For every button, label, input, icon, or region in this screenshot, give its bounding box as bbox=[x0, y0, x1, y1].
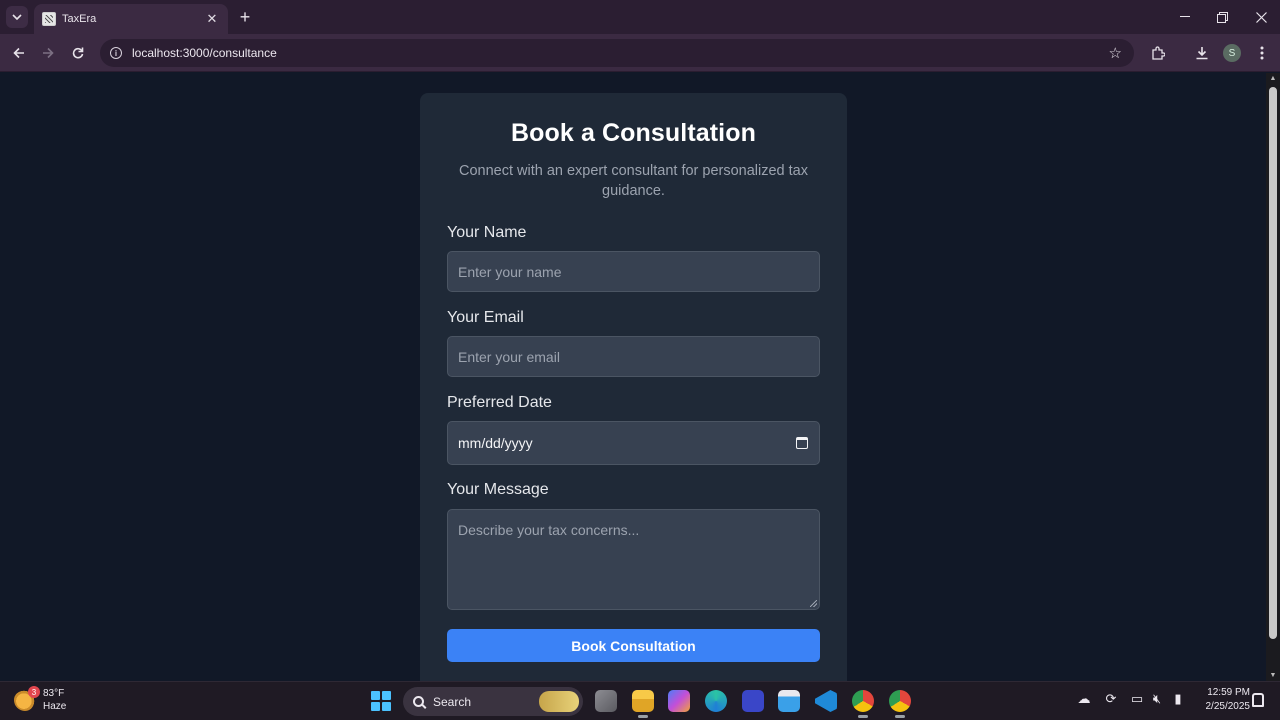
profile-button[interactable]: S bbox=[1221, 42, 1243, 64]
notification-bell-icon[interactable] bbox=[1252, 693, 1264, 707]
weather-badge: 3 bbox=[28, 686, 40, 698]
onedrive-icon[interactable]: ☁ bbox=[1075, 691, 1093, 707]
reload-button[interactable] bbox=[67, 42, 89, 64]
browser-tab-bar: TaxEra ✕ + bbox=[0, 0, 1280, 34]
date-value: mm/dd/yyyy bbox=[458, 435, 533, 451]
name-input[interactable]: Enter your name bbox=[447, 251, 820, 292]
restore-button[interactable] bbox=[1203, 0, 1241, 34]
page-scrollbar[interactable]: ▲ ▼ bbox=[1266, 73, 1280, 681]
address-bar[interactable]: i localhost:3000/consultance ☆ bbox=[100, 39, 1134, 67]
weather-temperature: 83°F bbox=[43, 688, 65, 699]
tab-title: TaxEra bbox=[62, 13, 97, 25]
download-icon bbox=[1196, 47, 1208, 60]
chrome-icon[interactable] bbox=[852, 690, 874, 718]
windows-logo-pane bbox=[382, 691, 391, 700]
windows-logo-pane bbox=[371, 702, 380, 711]
visual-studio-icon[interactable] bbox=[742, 690, 764, 712]
page-subtitle: Connect with an expert consultant for pe… bbox=[458, 163, 808, 199]
restore-icon bbox=[1216, 11, 1228, 23]
clock-time: 12:59 PM bbox=[1207, 687, 1250, 698]
close-window-icon bbox=[1255, 11, 1267, 23]
system-clock[interactable]: 12:59 PM 2/25/2025 bbox=[1190, 686, 1251, 714]
puzzle-icon bbox=[1152, 46, 1165, 60]
sync-icon[interactable]: ⟳ bbox=[1102, 691, 1120, 707]
consultation-form: Book a Consultation Connect with an expe… bbox=[420, 93, 847, 681]
more-vertical-icon bbox=[1260, 46, 1264, 60]
name-label: Your Name bbox=[447, 224, 527, 241]
vscode-icon[interactable] bbox=[815, 690, 837, 712]
close-window-button[interactable] bbox=[1242, 0, 1280, 34]
weather-condition: Haze bbox=[43, 701, 67, 712]
browser-tab-taxera[interactable]: TaxEra ✕ bbox=[34, 4, 228, 34]
resize-handle-icon[interactable] bbox=[810, 600, 817, 607]
minimize-icon bbox=[1180, 16, 1190, 17]
email-placeholder: Enter your email bbox=[458, 348, 560, 365]
bookmark-star-icon[interactable]: ☆ bbox=[1109, 44, 1122, 62]
weather-sun-icon: 3 bbox=[14, 686, 40, 711]
message-label: Your Message bbox=[447, 481, 549, 498]
reload-icon bbox=[72, 47, 84, 59]
email-input[interactable]: Enter your email bbox=[447, 336, 820, 377]
weather-widget[interactable]: 3 83°F Haze bbox=[14, 686, 67, 713]
favicon-icon bbox=[42, 12, 56, 26]
clock-date: 2/25/2025 bbox=[1205, 701, 1251, 712]
tab-search-button[interactable] bbox=[6, 6, 28, 28]
downloads-button[interactable] bbox=[1191, 42, 1213, 64]
copilot-icon[interactable] bbox=[668, 690, 690, 712]
back-button[interactable] bbox=[8, 42, 30, 64]
chevron-down-icon bbox=[12, 14, 22, 20]
browser-toolbar: i localhost:3000/consultance ☆ S bbox=[0, 34, 1280, 72]
site-info-icon[interactable]: i bbox=[110, 47, 122, 59]
search-highlight-icon bbox=[539, 691, 579, 712]
volume-muted-icon[interactable]: 🔇︎ bbox=[1148, 691, 1166, 707]
new-tab-button[interactable]: + bbox=[234, 6, 256, 28]
name-placeholder: Enter your name bbox=[458, 263, 562, 280]
windows-taskbar: 3 83°F Haze Search ☁ ⟳ ▭ 🔇︎ ▮ 12:59 PM 2… bbox=[0, 681, 1280, 720]
file-explorer-icon[interactable] bbox=[632, 690, 654, 718]
start-button[interactable] bbox=[371, 691, 391, 711]
scroll-up-icon[interactable]: ▲ bbox=[1269, 75, 1277, 82]
page-title: Book a Consultation bbox=[511, 119, 756, 147]
message-textarea[interactable]: Describe your tax concerns... bbox=[447, 509, 820, 610]
date-input[interactable]: mm/dd/yyyy bbox=[447, 421, 820, 465]
windows-logo-icon bbox=[371, 691, 380, 700]
browser-menu-button[interactable] bbox=[1251, 42, 1273, 64]
forward-button[interactable] bbox=[37, 42, 59, 64]
message-placeholder: Describe your tax concerns... bbox=[458, 522, 640, 538]
minimize-button[interactable] bbox=[1166, 0, 1204, 34]
extensions-button[interactable] bbox=[1147, 42, 1169, 64]
email-label: Your Email bbox=[447, 309, 524, 326]
task-view-icon[interactable] bbox=[595, 690, 617, 712]
battery-icon[interactable]: ▮ bbox=[1169, 691, 1187, 707]
date-label: Preferred Date bbox=[447, 394, 552, 411]
arrow-left-icon bbox=[13, 47, 24, 59]
taskbar-search-label: Search bbox=[433, 694, 472, 709]
calendar-icon[interactable] bbox=[796, 437, 808, 449]
page-viewport: Book a Consultation Connect with an expe… bbox=[0, 73, 1266, 681]
close-icon[interactable]: ✕ bbox=[204, 11, 220, 27]
windows-logo-pane bbox=[382, 702, 391, 711]
scrollbar-thumb[interactable] bbox=[1269, 87, 1277, 639]
network-icon[interactable]: ▭ bbox=[1128, 691, 1146, 707]
avatar: S bbox=[1223, 44, 1241, 62]
taskbar-search[interactable]: Search bbox=[403, 687, 583, 716]
url-text: localhost:3000/consultance bbox=[132, 46, 277, 60]
scroll-down-icon[interactable]: ▼ bbox=[1269, 672, 1277, 679]
edge-icon[interactable] bbox=[705, 690, 727, 712]
book-consultation-button[interactable]: Book Consultation bbox=[447, 629, 820, 662]
chrome-profile-icon[interactable] bbox=[889, 690, 911, 718]
microsoft-store-icon[interactable] bbox=[778, 690, 800, 712]
search-icon bbox=[413, 696, 424, 707]
arrow-right-icon bbox=[43, 47, 54, 59]
